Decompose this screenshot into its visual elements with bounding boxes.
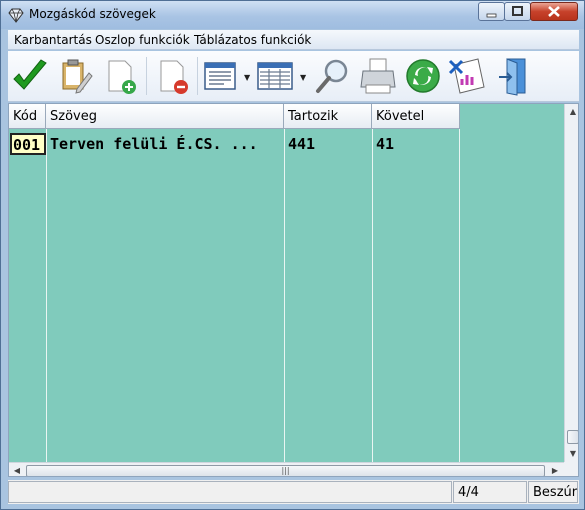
scroll-down-icon[interactable]: ▼ [565,446,578,462]
toolbar-separator [197,57,198,95]
form-view-icon[interactable] [202,55,242,97]
cell-tartozik[interactable]: 441 [285,133,371,155]
table-view-dropdown-icon[interactable]: ▼ [300,73,306,82]
cell-kovetel[interactable]: 41 [373,133,459,155]
horizontal-scrollbar[interactable]: ◀ ||| ▶ [9,462,564,476]
menu-oszlop-funkciok[interactable]: Oszlop funkciók [95,33,190,47]
delete-record-icon[interactable] [153,55,193,97]
vertical-scrollbar[interactable]: ▲ ▼ [564,104,578,462]
app-window: Mozgáskód szövegek Karbantartás Oszlop f… [0,0,585,510]
menu-karbantartas[interactable]: Karbantartás [14,33,92,47]
printer-icon[interactable] [358,55,398,97]
cell-kod[interactable]: 001 [10,133,46,155]
status-message [8,481,452,503]
table-view-icon[interactable] [255,55,295,97]
scroll-left-icon[interactable]: ◀ [9,463,25,476]
menu-bar: Karbantartás Oszlop funkciók Táblázatos … [8,30,579,50]
column-divider [46,129,47,464]
column-divider [459,129,460,464]
column-header-kovetel[interactable]: Követel [372,104,460,129]
minimize-button[interactable] [478,2,505,21]
checkmark-icon[interactable] [10,55,50,97]
toolbar: ▼ ▼ [8,51,579,102]
cell-szoveg[interactable]: Terven felüli É.CS. ... [47,133,283,155]
column-header-szoveg[interactable]: Szöveg [46,104,284,129]
column-divider [372,129,373,464]
menu-tablazatos-funkciok[interactable]: Táblázatos funkciók [194,33,311,47]
vertical-scroll-thumb[interactable] [567,430,578,444]
clipboard-edit-icon[interactable] [55,55,95,97]
search-icon[interactable] [313,55,353,97]
status-bar: 4/4 Beszúr [8,480,579,504]
scroll-up-icon[interactable]: ▲ [565,104,578,120]
column-header-kod[interactable]: Kód [9,104,46,129]
exit-door-icon[interactable] [495,55,535,97]
close-button[interactable] [530,2,578,21]
excel-export-icon[interactable] [448,55,488,97]
status-mode: Beszúr [528,481,578,503]
title-bar[interactable]: Mozgáskód szövegek [1,1,584,29]
column-divider [284,129,285,464]
refresh-icon[interactable] [403,55,443,97]
diamond-icon [8,7,24,23]
new-record-icon[interactable] [101,55,141,97]
status-record-count: 4/4 [453,481,527,503]
form-view-dropdown-icon[interactable]: ▼ [244,73,250,82]
toolbar-separator [146,57,147,95]
window-title: Mozgáskód szövegek [29,7,156,21]
scrollbar-corner [564,462,578,476]
column-header-tartozik[interactable]: Tartozik [284,104,372,129]
data-grid[interactable]: Kód Szöveg Tartozik Követel 001 Terven f… [8,103,579,477]
maximize-button[interactable] [504,2,531,21]
scroll-right-icon[interactable]: ▶ [547,463,563,476]
horizontal-scroll-thumb[interactable]: ||| [26,465,545,476]
